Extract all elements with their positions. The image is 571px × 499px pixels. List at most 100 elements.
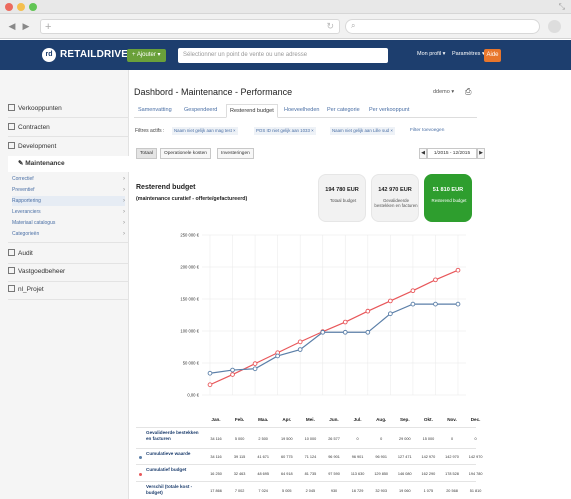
forward-icon[interactable]: ▶ bbox=[20, 19, 32, 33]
plus-icon[interactable]: + bbox=[45, 20, 51, 34]
browser-menu-button[interactable] bbox=[548, 20, 561, 33]
y-tick-label: 50 000 € bbox=[183, 361, 200, 366]
sidebar-subitem-categorieen[interactable]: Categorieën › bbox=[12, 229, 125, 239]
user-menu[interactable]: ddemo ▾ bbox=[433, 89, 454, 95]
profile-menu[interactable]: Mon profil ▾ bbox=[417, 51, 445, 57]
browser-toolbar: ◀ ▶ + ↻ ⌕ bbox=[0, 14, 571, 39]
month-header: Feb. bbox=[234, 417, 245, 422]
kpi-label: Gevalideerde bestekken en facturen bbox=[374, 198, 418, 209]
window-titlebar: ⤡ bbox=[0, 0, 571, 14]
back-icon[interactable]: ◀ bbox=[6, 19, 18, 33]
filter-chip[interactable]: Naam niet gelijk aan mag test × bbox=[172, 127, 238, 135]
sidebar-subitem-preventief[interactable]: Preventief › bbox=[12, 185, 125, 195]
point-of-sale-select[interactable]: Sélectionner un point de vente ou une ad… bbox=[178, 48, 388, 63]
audit-icon bbox=[8, 249, 15, 256]
resize-icon[interactable]: ⤡ bbox=[559, 2, 565, 12]
filter-chip[interactable]: POS ID niet gelijk aan 1033 × bbox=[254, 127, 316, 135]
tab-gespendeerd[interactable]: Gespendeerd bbox=[184, 107, 217, 113]
reload-icon[interactable]: ↻ bbox=[326, 21, 334, 32]
help-button[interactable]: Aide bbox=[484, 49, 501, 62]
minimize-window-button[interactable] bbox=[17, 3, 25, 11]
period-next-button[interactable]: ▶ bbox=[477, 148, 485, 159]
table-cell: 32 903 bbox=[375, 489, 387, 493]
segment-operationele-kosten[interactable]: Operationele kosten bbox=[160, 148, 211, 159]
close-window-button[interactable] bbox=[5, 3, 13, 11]
row-label: Verschil (totale kost - budget) bbox=[146, 484, 193, 495]
sidebar-item-label: Verkooppunten bbox=[18, 105, 62, 112]
maximize-window-button[interactable] bbox=[29, 3, 37, 11]
table-row: Verschil (totale kost - budget) 17 866 7 0… bbox=[136, 481, 481, 499]
table-cell: 64 918 bbox=[280, 471, 293, 476]
table-cell: 17 866 bbox=[210, 489, 222, 493]
sidebar-subitem-materiaal[interactable]: Materiaal catalogus › bbox=[12, 218, 125, 228]
table-cell: 19 060 bbox=[398, 489, 411, 493]
legend-dot bbox=[139, 456, 142, 459]
sidebar-subitem-rapportering[interactable]: Rapportering › bbox=[12, 196, 125, 206]
add-button[interactable]: + Ajouter ▾ bbox=[127, 49, 166, 62]
browser-search-field[interactable]: ⌕ bbox=[345, 19, 540, 34]
table-cell: 0 bbox=[474, 436, 477, 441]
data-point bbox=[365, 329, 371, 335]
sidebar-item-vastgoedbeheer[interactable]: Vastgoedbeheer bbox=[8, 265, 65, 279]
data-point bbox=[455, 267, 461, 273]
period-prev-button[interactable]: ◀ bbox=[419, 148, 427, 159]
segment-investeringen[interactable]: Investeringen bbox=[217, 148, 254, 159]
divider bbox=[8, 299, 129, 300]
data-point bbox=[252, 366, 258, 372]
data-point bbox=[275, 353, 280, 359]
series-line-budget bbox=[209, 269, 459, 386]
page-title: Dashbord - Maintenance - Performance bbox=[134, 87, 293, 97]
table-cell: 127 471 bbox=[397, 455, 412, 459]
search-icon: ⌕ bbox=[351, 21, 356, 30]
address-bar[interactable]: + ↻ bbox=[40, 19, 340, 34]
month-header-row: Jan. Feb. Maa. Apr. Mei. Jun. Jul. Aug. Sep. Okt.… bbox=[136, 415, 480, 425]
table-cell: 0 bbox=[356, 436, 359, 441]
table-cell: 5 000 bbox=[234, 436, 245, 441]
settings-menu[interactable]: Paramètres ▾ bbox=[452, 51, 485, 57]
table-cell: 162 290 bbox=[421, 471, 436, 476]
section-title: Resterend budget bbox=[136, 184, 196, 191]
print-icon[interactable]: ⎙ bbox=[465, 87, 471, 97]
table-cell: 142 970 bbox=[421, 455, 436, 459]
period-selector[interactable]: 1/2015 - 12/2015 bbox=[427, 148, 477, 159]
divider bbox=[8, 136, 129, 137]
legend-dot bbox=[139, 472, 142, 476]
table-cell: 39 115 bbox=[233, 455, 246, 459]
sidebar-item-verkooppunten[interactable]: Verkooppunten bbox=[8, 102, 62, 116]
chevron-right-icon: › bbox=[123, 187, 125, 193]
divider bbox=[8, 281, 129, 282]
tab-hoeveelheden[interactable]: Hoeveelheden bbox=[284, 107, 319, 113]
table-cell: 96 901 bbox=[328, 455, 340, 459]
sidebar-item-label: Vastgoedbeheer bbox=[18, 268, 66, 275]
sidebar-item-development[interactable]: Development bbox=[8, 140, 56, 154]
table-cell: 32 463 bbox=[233, 471, 246, 476]
sidebar-item-audit[interactable]: Audit bbox=[8, 247, 33, 261]
sidebar-subitem-correctief[interactable]: Correctief › bbox=[12, 174, 125, 184]
main-content: Dashbord - Maintenance - Performance dde… bbox=[129, 70, 571, 499]
tab-per-categorie[interactable]: Per categorie bbox=[327, 107, 360, 113]
sidebar-item-nl-projet[interactable]: nl_Projet bbox=[8, 283, 44, 297]
sidebar-subitem-leveranciers[interactable]: Leveranciers › bbox=[12, 207, 125, 217]
sidebar-item-maintenance[interactable]: ✎ Maintenance bbox=[8, 156, 129, 172]
tab-per-verkooppunt[interactable]: Per verkooppunt bbox=[369, 107, 409, 113]
table-cell: 1 075 bbox=[423, 489, 434, 493]
table-row: Gevalideerde bestekken en facturen 34 116… bbox=[136, 427, 477, 448]
tab-resterend-budget[interactable]: Resterend budget bbox=[226, 104, 278, 118]
tab-samenvatting[interactable]: Samenvatting bbox=[138, 107, 172, 113]
filter-chip[interactable]: Naam niet gelijk aan Lille sud × bbox=[330, 127, 395, 135]
data-point bbox=[342, 329, 348, 335]
table-cell: 41 671 bbox=[257, 455, 269, 459]
table-cell: 930 bbox=[330, 489, 338, 493]
table-cell: 194 780 bbox=[468, 471, 483, 476]
chevron-right-icon: › bbox=[123, 176, 125, 182]
month-header: Nov. bbox=[447, 417, 457, 422]
segment-totaal[interactable]: Totaal bbox=[136, 148, 157, 159]
kpi-value: 142 970 EUR bbox=[378, 187, 412, 193]
data-point bbox=[342, 319, 348, 325]
section-subtitle: (maintenance curatief - offerte/gefactur… bbox=[136, 196, 248, 202]
table-row: Cumulatieve waarde 34 116 39 115 41 671 60 7… bbox=[136, 448, 482, 464]
add-filter-link[interactable]: Filter toevoegen bbox=[410, 128, 444, 133]
table-cell: 178 528 bbox=[445, 471, 459, 476]
data-point bbox=[410, 301, 416, 307]
sidebar-item-contracten[interactable]: Contracten bbox=[8, 121, 50, 135]
